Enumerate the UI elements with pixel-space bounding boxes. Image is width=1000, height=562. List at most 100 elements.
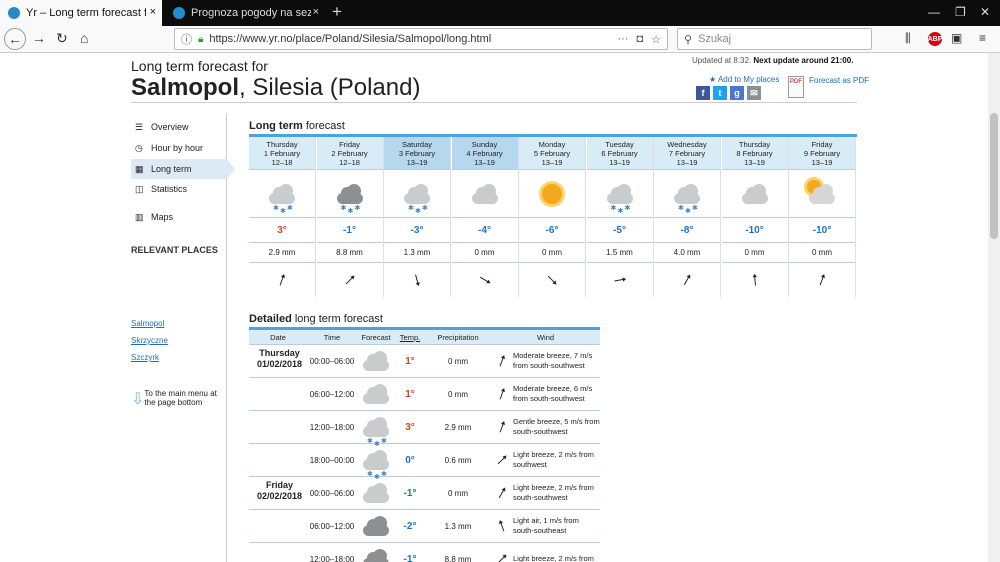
adblock-icon[interactable]: ABP: [928, 32, 942, 46]
row-time: 06:00–12:00: [309, 521, 355, 531]
forecast-day-column: Thursday 8 February 13–19 -10° 0 mm: [721, 137, 789, 297]
day-date: 2 February: [331, 149, 368, 158]
day-name: Thursday: [738, 140, 771, 149]
wind-arrow-icon: [498, 487, 506, 499]
library-icon[interactable]: ⫼: [905, 31, 911, 46]
info-icon[interactable]: ⓘ: [181, 31, 192, 47]
row-precipitation: 2.9 mm: [444, 422, 472, 432]
main-menu-label: To the main menu at the page bottom: [144, 389, 217, 407]
share-email-icon[interactable]: ✉: [747, 86, 761, 100]
sidebar-item-long-term[interactable]: ▦ Long term: [131, 159, 235, 179]
wind-cell: [452, 263, 518, 297]
precipitation: 8.8 mm: [316, 243, 383, 263]
day-date: 5 February: [533, 149, 571, 158]
wind-description: Light air, 1 m/s from south-southeast: [513, 516, 579, 535]
day-hours: 13–19: [474, 158, 495, 167]
pdf-icon[interactable]: PDF: [788, 76, 804, 98]
sidebar-item-statistics[interactable]: ◫ Statistics: [131, 179, 227, 199]
share-facebook-icon[interactable]: f: [696, 86, 710, 100]
wind-arrow-icon: [499, 421, 505, 433]
row-precipitation: 0 mm: [448, 488, 468, 498]
sidebar-item-hour-by-hour[interactable]: ◷ Hour by hour: [131, 138, 227, 158]
sidebar-toggle-icon[interactable]: ▣: [951, 31, 962, 45]
update-info: Updated at 8:32. Next update around 21:0…: [692, 56, 853, 65]
row-forecast: [357, 516, 395, 536]
row-date: [249, 444, 307, 447]
row-date: [249, 411, 307, 414]
cloud-icon: [740, 183, 770, 204]
maximize-button[interactable]: ❐: [955, 5, 966, 19]
updated-text: Updated at 8:32.: [692, 56, 752, 65]
tab-prognoza[interactable]: Prognoza pogody na sezon 17/ ×: [165, 0, 325, 26]
detailed-table-header: Date Time Forecast Temp. Precipitation Wind: [249, 330, 600, 345]
url-bar[interactable]: ⓘ 🔒︎ https://www.yr.no/place/Poland/Sile…: [174, 28, 668, 50]
close-window-button[interactable]: ✕: [980, 5, 990, 19]
forward-button[interactable]: →: [32, 30, 46, 46]
scrollbar-thumb[interactable]: [990, 113, 998, 239]
wind-description: Gentle breeze, 5 m/s from south-southwes…: [513, 417, 600, 436]
reload-button[interactable]: ↻: [56, 30, 68, 47]
new-tab-button[interactable]: +: [332, 2, 342, 22]
table-row: 12:00–18:00 -1° 8.8 mm Light breeze, 2 m/s …: [249, 543, 600, 562]
relevant-place-link[interactable]: Szczyrk: [131, 353, 159, 362]
row-date: Thursday 01/02/2018: [249, 345, 307, 370]
precipitation: 0 mm: [451, 243, 518, 263]
row-date: [249, 378, 307, 381]
share-twitter-icon[interactable]: t: [713, 86, 727, 100]
forecast-day-column: Thursday 1 February 12–18 ✱ ✱ ✱ 3° 2.9 mm: [249, 137, 316, 297]
day-date: 3 February: [398, 149, 436, 158]
forecast-day-column: Monday 5 February 13–19 -6° 0 mm: [519, 137, 586, 297]
back-button[interactable]: ←: [4, 28, 26, 50]
day-name: Friday: [339, 140, 360, 149]
temperature: -5°: [586, 218, 653, 243]
partly-sunny-icon: [807, 179, 837, 204]
share-google-icon[interactable]: g: [730, 86, 744, 100]
close-tab-icon[interactable]: ×: [313, 6, 319, 18]
main-menu-link[interactable]: ⇩ To the main menu at the page bottom: [131, 389, 227, 409]
home-button[interactable]: ⌂: [80, 30, 88, 46]
long-term-heading: Long term forecast: [249, 120, 345, 132]
pocket-icon[interactable]: ◘: [636, 33, 643, 46]
table-row: 18:00–00:00 ✱ ✱ ✱ 0° 0.6 mm Light breeze, 2 m/…: [249, 444, 600, 481]
add-to-my-places-link[interactable]: ★ Add to My places: [709, 75, 779, 84]
column-header: Wind: [536, 332, 555, 342]
sidebar-item-maps[interactable]: ▥ Maps: [131, 207, 227, 227]
row-wind: Light breeze, 2 m/s from south-southwest: [491, 483, 600, 503]
forecast-pdf-link[interactable]: Forecast as PDF: [809, 76, 869, 86]
page-actions-button[interactable]: ···: [617, 33, 628, 46]
precipitation: 1.5 mm: [586, 243, 653, 263]
wind-arrow-icon: [499, 520, 505, 532]
tab-yr[interactable]: Yr – Long term forecast for Salmopol ×: [0, 0, 162, 26]
row-date: Friday 02/02/2018: [249, 477, 307, 502]
long-term-heading-rest: forecast: [302, 120, 345, 132]
row-wind: Light air, 1 m/s from south-southeast: [491, 516, 600, 536]
day-header: Saturday 3 February 13–19: [384, 137, 450, 170]
url-text[interactable]: https://www.yr.no/place/Poland/Silesia/S…: [209, 33, 491, 45]
forecast-day-column: Friday 2 February 12–18 ✱ ✱ ✱ -1° 8.8 mm: [316, 137, 384, 297]
clock-icon: ◷: [135, 142, 143, 153]
day-name: Thursday: [266, 140, 298, 149]
day-hours: 13–19: [811, 158, 833, 167]
day-hours: 13–19: [541, 158, 563, 167]
relevant-place-link[interactable]: Salmopol: [131, 319, 164, 328]
close-tab-icon[interactable]: ×: [150, 6, 156, 18]
place-region: , Silesia (Poland): [239, 74, 421, 101]
bookmark-star-icon[interactable]: ☆: [651, 33, 661, 46]
minimize-button[interactable]: —: [928, 5, 940, 19]
sidebar-item-label: Overview: [151, 122, 189, 132]
sidebar-item-overview[interactable]: ☰ Overview: [131, 117, 227, 137]
row-forecast: [357, 483, 395, 503]
row-temperature: 1°: [405, 388, 415, 400]
day-name: Sunday: [471, 140, 498, 149]
row-time: 06:00–12:00: [309, 389, 355, 399]
menu-icon[interactable]: ≡: [979, 31, 986, 45]
wind-arrow-wrap: [491, 354, 513, 368]
vertical-scrollbar[interactable]: [988, 53, 1000, 562]
calendar-icon: ▦: [135, 163, 144, 174]
relevant-place-link[interactable]: Skrzyczne: [131, 336, 168, 345]
search-input[interactable]: ⚲ Szukaj: [677, 28, 872, 50]
page-title: Salmopol, Silesia (Poland): [131, 74, 420, 102]
row-precipitation: 1.3 mm: [444, 521, 472, 531]
day-name: Wednesday: [667, 140, 707, 149]
row-day: Thursday: [259, 348, 300, 358]
